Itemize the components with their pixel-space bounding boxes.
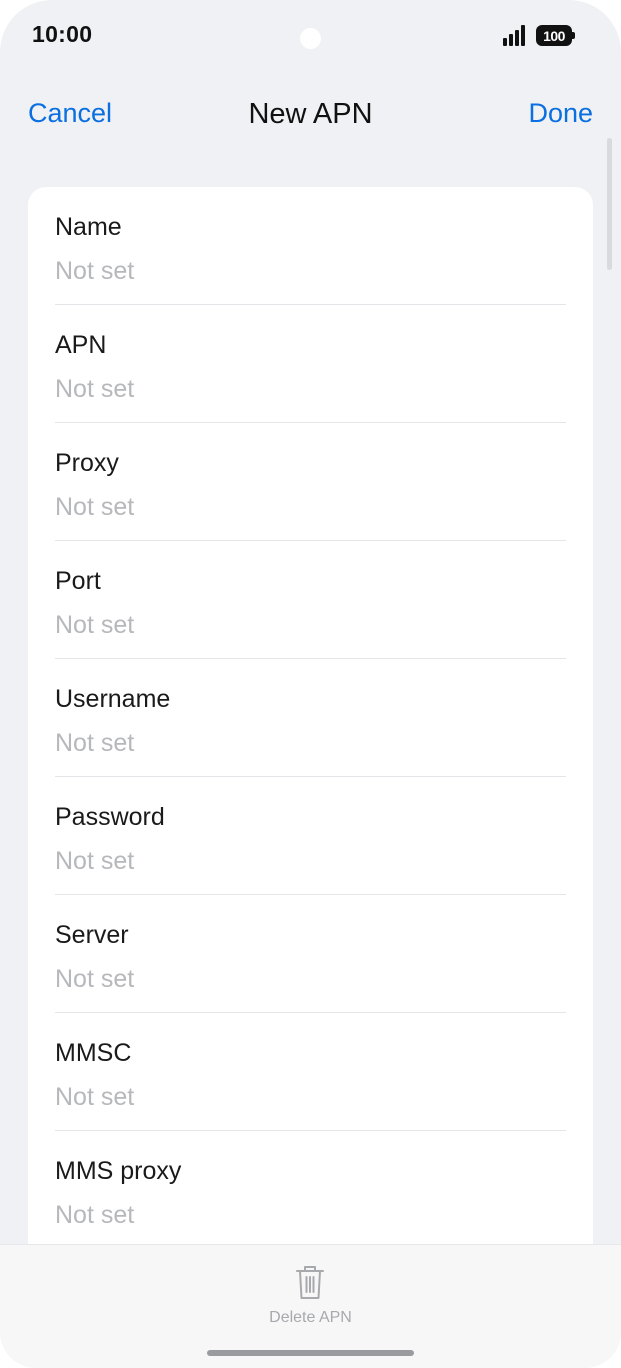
field-value: Not set bbox=[55, 493, 135, 521]
apn-form: Name Not set APN Not set Proxy Not set P… bbox=[28, 187, 593, 1277]
field-value: Not set bbox=[55, 1083, 135, 1111]
scrollbar[interactable] bbox=[607, 138, 612, 270]
delete-apn-button[interactable]: Delete APN bbox=[0, 1245, 621, 1345]
delete-apn-label: Delete APN bbox=[269, 1309, 352, 1326]
field-label: MMSC bbox=[55, 1039, 132, 1067]
mmsc-field[interactable]: MMSC Not set bbox=[55, 1013, 566, 1131]
battery-icon: 100 bbox=[536, 25, 575, 46]
server-field[interactable]: Server Not set bbox=[55, 895, 566, 1013]
trash-icon bbox=[296, 1266, 324, 1299]
phone-screen: 10:00 100 New APN Cancel Done Name Not s… bbox=[0, 0, 621, 1368]
status-time: 10:00 bbox=[32, 21, 93, 47]
field-value: Not set bbox=[55, 965, 135, 993]
apn-field[interactable]: APN Not set bbox=[55, 305, 566, 423]
field-value: Not set bbox=[55, 375, 135, 403]
field-label: Proxy bbox=[55, 449, 119, 477]
username-field[interactable]: Username Not set bbox=[55, 659, 566, 777]
field-label: Server bbox=[55, 921, 129, 949]
field-value: Not set bbox=[55, 729, 135, 757]
port-field[interactable]: Port Not set bbox=[55, 541, 566, 659]
name-field[interactable]: Name Not set bbox=[55, 187, 566, 305]
front-camera bbox=[300, 28, 321, 49]
cancel-button[interactable]: Cancel bbox=[28, 98, 112, 129]
password-field[interactable]: Password Not set bbox=[55, 777, 566, 895]
field-label: Name bbox=[55, 213, 122, 241]
status-bar: 10:00 100 bbox=[0, 0, 621, 70]
field-value: Not set bbox=[55, 257, 135, 285]
field-label: MMS proxy bbox=[55, 1157, 182, 1185]
field-label: Port bbox=[55, 567, 101, 595]
field-label: Password bbox=[55, 803, 165, 831]
done-button[interactable]: Done bbox=[528, 98, 593, 129]
mms-proxy-field[interactable]: MMS proxy Not set bbox=[55, 1131, 566, 1249]
field-value: Not set bbox=[55, 847, 135, 875]
signal-icon bbox=[503, 24, 525, 46]
navigation-bar: New APN Cancel Done bbox=[0, 90, 621, 142]
home-indicator[interactable] bbox=[207, 1350, 414, 1356]
field-value: Not set bbox=[55, 611, 135, 639]
proxy-field[interactable]: Proxy Not set bbox=[55, 423, 566, 541]
field-label: Username bbox=[55, 685, 171, 713]
field-label: APN bbox=[55, 331, 107, 359]
field-value: Not set bbox=[55, 1201, 135, 1229]
